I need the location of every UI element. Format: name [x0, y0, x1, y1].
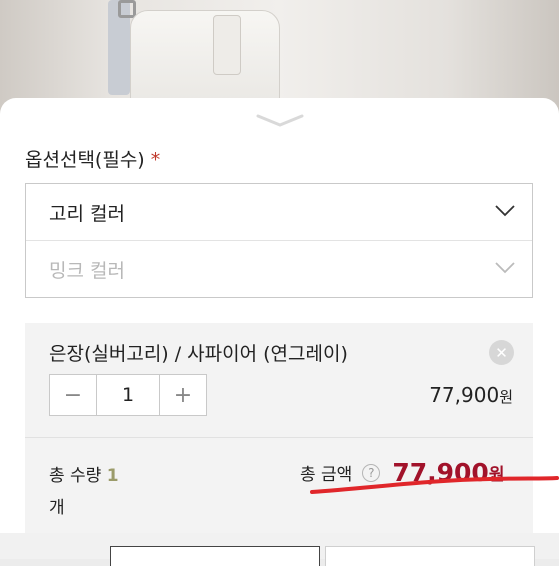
close-icon: ✕ — [495, 343, 508, 362]
select-mink-color[interactable]: 밍크 컬러 — [26, 241, 532, 298]
option-select: 고리 컬러 밍크 컬러 — [25, 183, 533, 298]
chevron-down-icon[interactable] — [254, 112, 306, 128]
select-ring-color[interactable]: 고리 컬러 — [26, 184, 532, 241]
cart-button[interactable] — [110, 546, 320, 566]
decrease-quantity-button[interactable]: − — [50, 375, 96, 415]
section-title: 옵션선택(필수) * — [25, 145, 160, 172]
total-quantity-unit: 개 — [49, 498, 65, 518]
red-underline-annotation — [310, 476, 559, 494]
option-price-value: 77,900 — [429, 383, 500, 407]
required-mark: * — [150, 149, 161, 171]
select-mink-color-label: 밍크 컬러 — [49, 260, 125, 282]
buy-button[interactable] — [325, 546, 535, 566]
quantity-input[interactable]: 1 — [96, 375, 160, 415]
total-quantity-value: 1 — [106, 466, 119, 486]
chevron-down-icon — [495, 262, 515, 274]
option-price-unit: 원 — [499, 388, 513, 406]
total-quantity-label: 총 수량 — [49, 466, 102, 486]
option-name: 은장(실버고리) / 사파이어 (연그레이) — [49, 343, 348, 365]
quantity-stepper: − 1 + — [49, 374, 207, 416]
chevron-down-icon — [495, 205, 515, 217]
section-label-text: 옵션선택(필수) — [25, 149, 145, 171]
bag-tab — [213, 15, 241, 75]
bag-buckle — [118, 0, 136, 18]
total-quantity: 총 수량 1 개 — [49, 460, 159, 524]
remove-option-button[interactable]: ✕ — [489, 340, 514, 365]
select-ring-color-label: 고리 컬러 — [49, 202, 125, 225]
increase-quantity-button[interactable]: + — [160, 375, 206, 415]
option-price: 77,900원 — [429, 383, 513, 407]
